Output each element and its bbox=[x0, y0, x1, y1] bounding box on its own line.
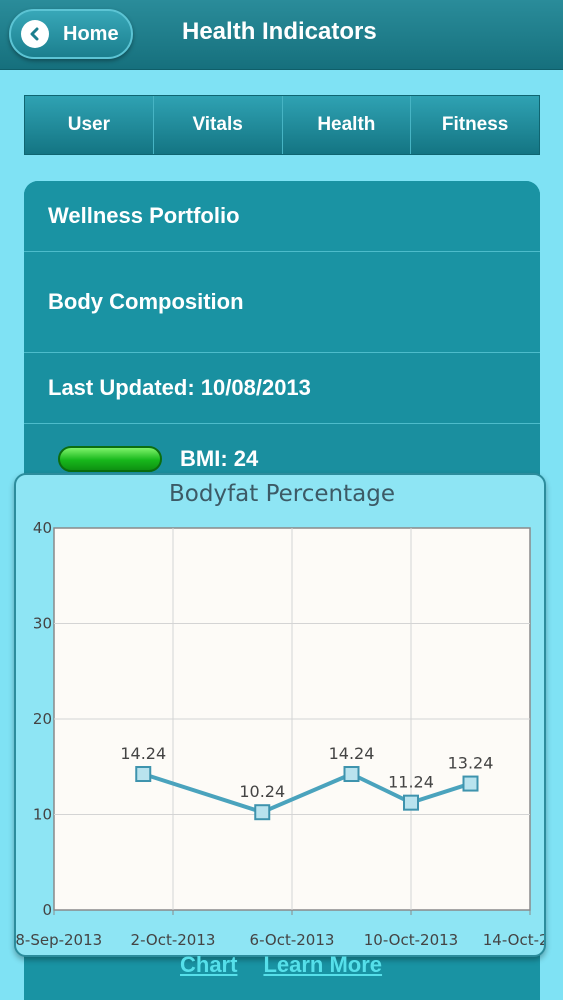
last-updated-row: Last Updated: 10/08/2013 bbox=[24, 353, 540, 424]
data-label: 13.24 bbox=[448, 754, 494, 773]
home-button[interactable]: Home bbox=[9, 9, 133, 59]
chart-link[interactable]: Chart bbox=[180, 952, 237, 978]
list-item-label: Body Composition bbox=[48, 289, 244, 314]
y-tick-label: 40 bbox=[33, 519, 52, 537]
last-updated-text: Last Updated: 10/08/2013 bbox=[48, 375, 311, 400]
tab-health[interactable]: Health bbox=[282, 96, 412, 154]
data-point bbox=[462, 775, 479, 792]
page-title: Health Indicators bbox=[182, 18, 377, 45]
chart-links: Chart Learn More bbox=[180, 952, 382, 978]
x-tick-label: 10-Oct-2013 bbox=[364, 931, 458, 949]
data-label: 14.24 bbox=[329, 744, 375, 763]
tab-fitness[interactable]: Fitness bbox=[411, 96, 539, 154]
tab-bar: User Vitals Health Fitness bbox=[24, 95, 540, 155]
x-tick-label: 28-Sep-2013 bbox=[16, 931, 102, 949]
list-item-wellness-portfolio[interactable]: Wellness Portfolio bbox=[24, 181, 540, 252]
x-tick-label: 14-Oct-2013 bbox=[483, 931, 546, 949]
data-point bbox=[403, 794, 419, 811]
list-item-body-composition[interactable]: Body Composition bbox=[24, 252, 540, 353]
data-point bbox=[343, 766, 360, 783]
x-tick-label: 2-Oct-2013 bbox=[131, 931, 216, 949]
tab-vitals[interactable]: Vitals bbox=[153, 96, 283, 154]
data-point bbox=[254, 804, 271, 821]
home-button-label: Home bbox=[63, 22, 119, 45]
learn-more-link[interactable]: Learn More bbox=[263, 952, 382, 978]
data-point bbox=[135, 766, 152, 783]
y-tick-label: 10 bbox=[33, 806, 52, 824]
back-arrow-icon bbox=[21, 20, 49, 48]
data-label: 10.24 bbox=[239, 782, 285, 801]
data-label: 14.24 bbox=[120, 744, 166, 763]
list-item-label: Wellness Portfolio bbox=[48, 203, 240, 228]
x-tick-label: 6-Oct-2013 bbox=[250, 931, 335, 949]
y-tick-label: 30 bbox=[33, 615, 52, 633]
header-bar: Home Health Indicators bbox=[0, 0, 563, 70]
bmi-value: BMI: 24 bbox=[180, 446, 259, 471]
bmi-status-indicator bbox=[58, 446, 162, 472]
tab-user[interactable]: User bbox=[25, 96, 154, 154]
bodyfat-chart: 0 10 20 30 40 28-Sep-2013 2-Oct-2013 6-Oct-2013… bbox=[16, 519, 546, 949]
y-tick-label: 0 bbox=[42, 901, 52, 919]
data-label: 11.24 bbox=[388, 773, 434, 792]
bodyfat-chart-popup: Bodyfat Percentage 01020304028-Sep-20132… bbox=[14, 473, 546, 957]
y-tick-label: 20 bbox=[33, 710, 52, 728]
